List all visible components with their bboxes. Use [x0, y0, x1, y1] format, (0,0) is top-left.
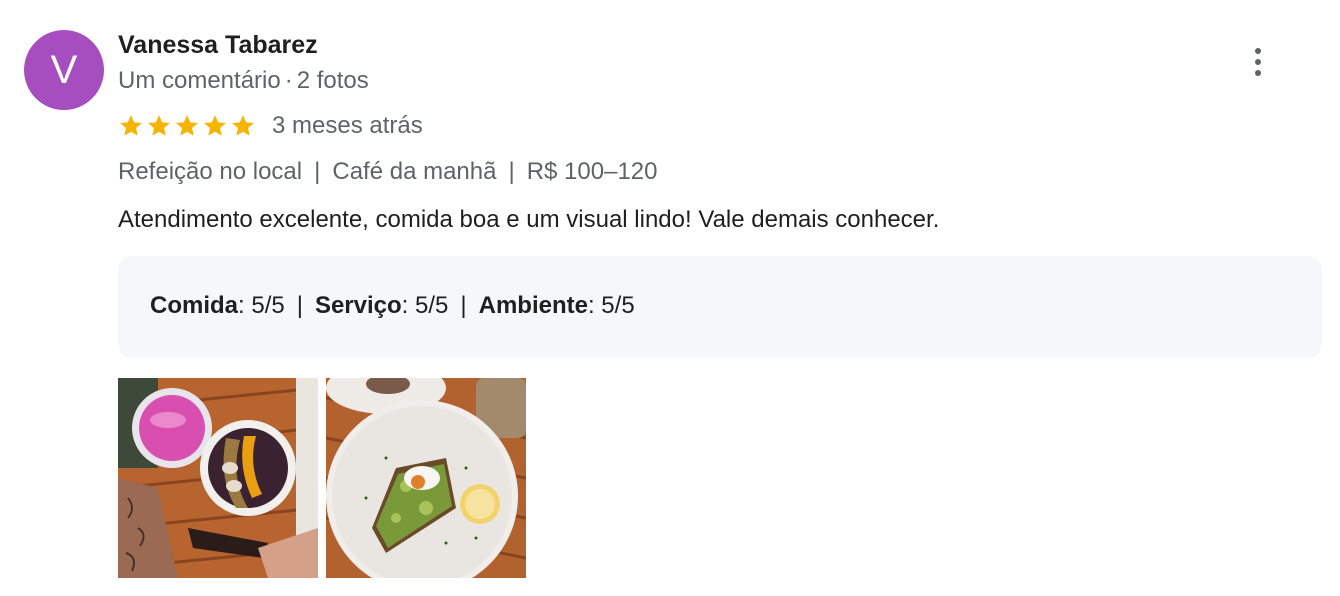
- score-breakdown: Comida: 5/5 | Serviço: 5/5 | Ambiente: 5/5: [118, 256, 1322, 358]
- more-vert-icon-dot: [1255, 48, 1261, 54]
- star-icon: [120, 115, 142, 136]
- more-vert-icon-dot: [1255, 59, 1261, 65]
- photo-count: 2 fotos: [296, 67, 369, 94]
- score-label-food: Comida: [150, 292, 239, 319]
- avatar[interactable]: V: [24, 30, 104, 110]
- tag-meal-type: Café da manhã: [332, 158, 497, 185]
- meta-separator: ·: [284, 67, 293, 94]
- acai-bowl-photo: [118, 378, 318, 578]
- review-text: Atendimento excelente, comida boa e um v…: [118, 206, 940, 233]
- star-icon: [232, 115, 254, 136]
- more-vert-icon-dot: [1255, 70, 1261, 76]
- reviewer-meta: Um comentário · 2 fotos: [118, 67, 369, 95]
- score-value-service: : 5/5: [401, 292, 449, 319]
- review-photo-acai-bowl[interactable]: [118, 378, 318, 578]
- score-separator: |: [460, 292, 467, 319]
- avocado-toast-photo: [326, 378, 526, 578]
- star-icon: [148, 115, 170, 136]
- star-rating: [118, 113, 256, 139]
- score-separator: |: [296, 292, 303, 319]
- score-label-ambience: Ambiente: [478, 292, 588, 319]
- tag-separator: |: [508, 158, 515, 185]
- score-value-food: : 5/5: [238, 292, 285, 319]
- reviewer-name[interactable]: Vanessa Tabarez: [118, 31, 318, 60]
- more-options-button[interactable]: [1244, 44, 1272, 80]
- review-photo-avocado-toast[interactable]: [326, 378, 526, 578]
- score-value-ambience: : 5/5: [587, 292, 635, 319]
- tag-separator: |: [314, 158, 321, 185]
- comment-count: Um comentário: [118, 67, 281, 94]
- avatar-initial: V: [50, 47, 78, 92]
- review-tags: Refeição no local | Café da manhã | R$ 100–1…: [118, 158, 657, 186]
- rating-row: 3 meses atrás: [118, 112, 423, 140]
- tag-service-type: Refeição no local: [118, 158, 303, 185]
- score-label-service: Serviço: [314, 292, 402, 319]
- star-icon: [204, 115, 226, 136]
- star-icon: [176, 115, 198, 136]
- review-date: 3 meses atrás: [272, 112, 423, 139]
- tag-price-range: R$ 100–120: [526, 158, 658, 185]
